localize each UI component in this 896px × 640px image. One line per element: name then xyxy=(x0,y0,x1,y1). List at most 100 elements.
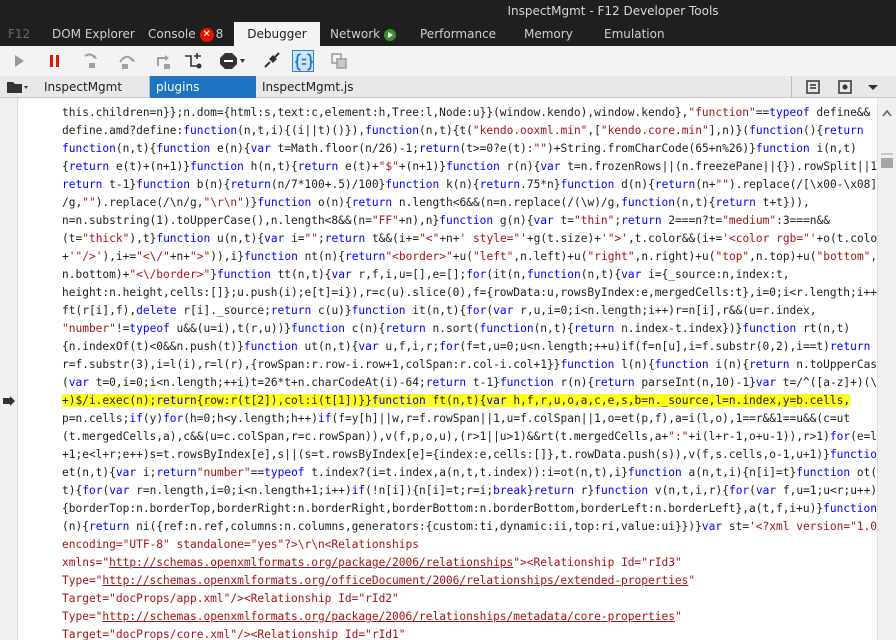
exception-behavior-icon[interactable] xyxy=(218,50,246,72)
code-line[interactable]: {return e(t)+(n+1)}function h(n,t){retur… xyxy=(62,158,878,176)
source-map-icon[interactable] xyxy=(328,50,350,72)
scroll-up-icon[interactable] xyxy=(882,106,892,117)
pause-icon[interactable] xyxy=(44,50,66,72)
pretty-print-icon[interactable] xyxy=(292,50,314,72)
code-token: " xyxy=(688,574,696,587)
code-token: for xyxy=(163,412,184,425)
code-token: i(n){ xyxy=(708,358,750,371)
code-line[interactable]: encoding="UTF-8" standalone="yes"?>\r\n<… xyxy=(62,536,878,554)
code-token: ft(r[i],f), xyxy=(62,304,137,317)
file-tab-plugins[interactable]: plugins xyxy=(150,76,256,98)
code-line[interactable]: define.amd?define:function(n,t,i){(i||t)… xyxy=(62,122,878,140)
code-line[interactable]: function(n,t){function e(n){var t=Math.f… xyxy=(62,140,878,158)
tab-memory[interactable]: Memory xyxy=(524,22,573,46)
tab-emulation[interactable]: Emulation xyxy=(604,22,665,46)
code-token: r(n){ xyxy=(553,376,595,389)
code-token: return xyxy=(351,196,393,209)
code-token: } xyxy=(210,268,217,281)
tab-performance[interactable]: Performance xyxy=(420,22,496,46)
code-line[interactable]: t){for(var r=n.length,i=0;i<n.length+1;i… xyxy=(62,482,878,500)
stop-icon[interactable] xyxy=(836,79,854,95)
file-tab-bar: InspectMgmt plugins InspectMgmt.js xyxy=(0,76,896,98)
step-over-icon[interactable] xyxy=(116,50,138,72)
code-token: return xyxy=(533,484,575,497)
code-token: r,u,i=0;i<n.length;i++)r=n[i],r&&(u=r.in… xyxy=(513,304,817,317)
disconnect-icon[interactable] xyxy=(260,50,282,72)
folder-icon[interactable] xyxy=(6,80,28,94)
line-gutter[interactable] xyxy=(0,98,18,640)
code-token: height:n.height,cells:[]};u.push(i);e[t]… xyxy=(62,286,878,299)
code-line[interactable]: n.bottom)+"<\/border>"}function tt(n,t){… xyxy=(62,266,878,284)
code-line[interactable]: Target="docProps/core.xml"/><Relationshi… xyxy=(62,626,878,640)
play-icon[interactable] xyxy=(8,50,30,72)
code-line[interactable]: this.children=n}};n.dom={html:s,text:c,e… xyxy=(62,104,878,122)
code-link[interactable]: http://schemas.openxmlformats.org/packag… xyxy=(109,556,513,569)
code-line[interactable]: height:n.height,cells:[]};u.push(i);e[t]… xyxy=(62,284,878,302)
code-token: var xyxy=(493,304,514,317)
code-line[interactable]: (var t=0,i=0;i<n.length;++i)t=26*t+n.cha… xyxy=(62,374,878,392)
code-token: )+String.fromCharCode(65+n%26)} xyxy=(547,142,756,155)
code-line[interactable]: return t-1}function b(n){return(n/7*100+… xyxy=(62,176,878,194)
code-token: "kendo.core.min" xyxy=(600,124,709,137)
code-token: for xyxy=(439,340,460,353)
code-token: encoding="UTF-8" standalone="yes"?>\r\n<… xyxy=(62,538,419,551)
code-token: (){ xyxy=(803,124,824,137)
code-token: parseInt(n,10)-1} xyxy=(634,376,756,389)
code-line[interactable]: Type="http://schemas.openxmlformats.org/… xyxy=(62,572,878,590)
code-line[interactable]: (t.mergedCells,a),c&&(u=c.colSpan,r=c.ro… xyxy=(62,428,878,446)
code-line[interactable]: n=n.substring(1).toUpperCase(),n.length<… xyxy=(62,212,878,230)
code-line[interactable]: +)$/i.exec(n);return{row:r(t[2]),col:i(t… xyxy=(62,392,878,410)
code-line[interactable]: "number"!=typeof u&&(u=i),t(r,u))}functi… xyxy=(62,320,878,338)
code-token: r} xyxy=(574,484,595,497)
tab-debugger[interactable]: Debugger xyxy=(234,22,320,46)
break-on-new-worker-icon[interactable] xyxy=(182,50,204,72)
tab-console[interactable]: Console ✕ 8 xyxy=(148,22,223,46)
code-token: return xyxy=(715,196,756,209)
tab-dom-explorer[interactable]: DOM Explorer xyxy=(52,22,135,46)
file-tab-inspectmgmt-js[interactable]: InspectMgmt.js xyxy=(256,76,792,98)
code-line[interactable]: Type="http://schemas.openxmlformats.org/… xyxy=(62,608,878,626)
code-token: ,n.top)+u( xyxy=(749,250,817,263)
step-out-icon[interactable] xyxy=(152,50,174,72)
breakpoint-settings-icon[interactable] xyxy=(804,79,822,95)
code-line[interactable]: (n){return ni({ref:n.ref,columns:n.colum… xyxy=(62,518,878,536)
vertical-scrollbar[interactable] xyxy=(877,98,896,640)
code-token: (it(n, xyxy=(486,268,527,281)
code-token: if xyxy=(318,412,332,425)
code-token: g(n){ xyxy=(493,214,534,227)
code-token: +g(t.size)+ xyxy=(526,232,601,245)
code-editor[interactable]: this.children=n}};n.dom={html:s,text:c,e… xyxy=(62,104,878,640)
code-line[interactable]: p=n.cells;if(y)for(h=0;h<y.length;h++)if… xyxy=(62,410,878,428)
code-line[interactable]: xmlns="http://schemas.openxmlformats.org… xyxy=(62,554,878,572)
tab-network[interactable]: Network xyxy=(330,22,397,46)
file-tab-inspectmgmt[interactable]: InspectMgmt xyxy=(38,76,150,98)
code-link[interactable]: http://schemas.openxmlformats.org/office… xyxy=(102,574,688,587)
code-line[interactable]: ft(r[i],f),delete r[i]._source;return c(… xyxy=(62,302,878,320)
code-line[interactable]: Target="docProps/app.xml"/><Relationship… xyxy=(62,590,878,608)
code-token: return xyxy=(62,178,103,191)
code-line[interactable]: +'"/>'),i+="<\/"+n+">")),i}function nt(n… xyxy=(62,248,878,266)
step-into-icon[interactable] xyxy=(80,50,102,72)
code-line[interactable]: {borderTop:n.borderTop,borderRight:n.bor… xyxy=(62,500,878,518)
code-line[interactable]: /g,"").replace(/\n/g,"\r\n")}function o(… xyxy=(62,194,878,212)
code-line[interactable]: r=f.substr(3),i=l(i),r=l(r),{rowSpan:r.r… xyxy=(62,356,878,374)
code-token: t=/^([a-z]+)(\d xyxy=(776,376,878,389)
code-line[interactable]: +1;e<l+r;e++)s=t.rowsByIndex[e],s||(s=t.… xyxy=(62,446,878,464)
code-token: "FF" xyxy=(371,214,399,227)
code-token: nt(n){ xyxy=(297,250,345,263)
code-line[interactable]: (t="thick"),t}function u(n,t){var i="";r… xyxy=(62,230,878,248)
code-token: "" xyxy=(304,232,319,245)
code-line[interactable]: {n.indexOf(t)<0&&n.push(t)}function ut(n… xyxy=(62,338,878,356)
code-token: '<?xml version="1.0" xyxy=(749,520,878,533)
scroll-thumb[interactable] xyxy=(881,158,893,168)
code-token: n.index-t.index})} xyxy=(614,322,743,335)
code-token: return xyxy=(324,232,366,245)
code-line[interactable]: et(n,t){var i;return"number"==typeof t.i… xyxy=(62,464,878,482)
code-token: +(n+1)} xyxy=(398,160,446,173)
tab-f12: F12 xyxy=(8,27,31,41)
code-token: (n+ xyxy=(695,178,716,191)
code-token: function xyxy=(216,268,271,281)
dropdown-icon[interactable] xyxy=(864,79,882,95)
code-token: "left" xyxy=(472,250,514,263)
code-link[interactable]: http://schemas.openxmlformats.org/packag… xyxy=(102,610,675,623)
